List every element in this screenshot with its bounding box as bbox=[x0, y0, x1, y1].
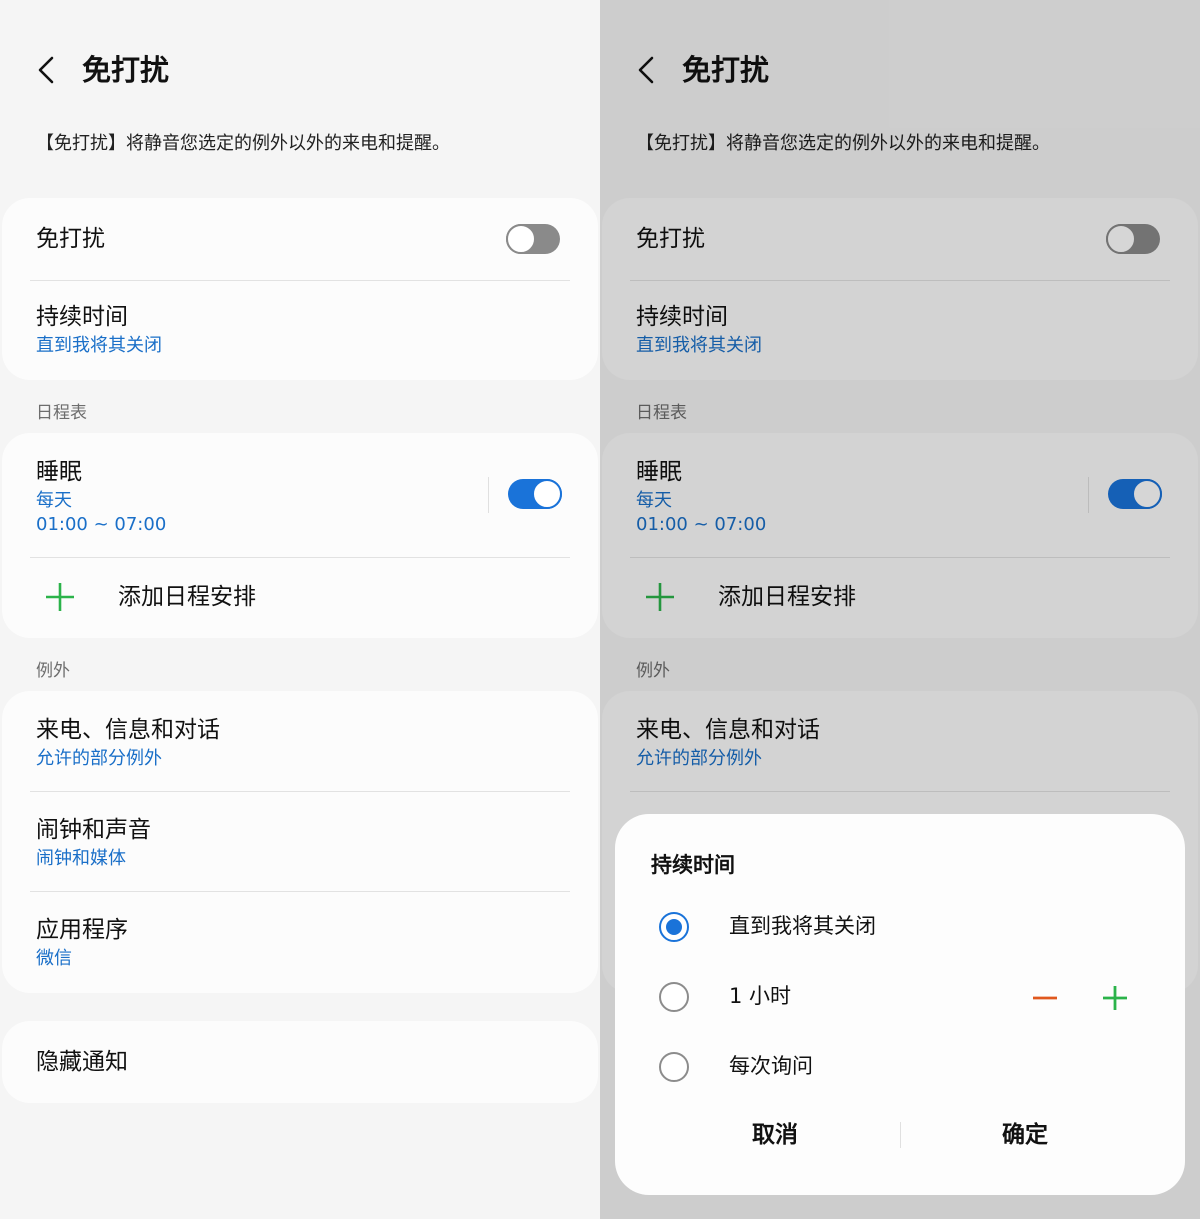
back-arrow-icon[interactable] bbox=[30, 52, 62, 88]
duration-dialog: 持续时间 直到我将其关闭 1 小时 每次询问 取消 确定 bbox=[615, 814, 1185, 1195]
duration-option-one-hour[interactable]: 1 小时 bbox=[659, 977, 1159, 1017]
option-label: 直到我将其关闭 bbox=[729, 914, 876, 938]
plus-icon[interactable] bbox=[1101, 984, 1129, 1012]
dialog-title: 持续时间 bbox=[651, 853, 735, 877]
divider bbox=[30, 557, 570, 558]
add-icon bbox=[46, 583, 74, 611]
option-label: 每次询问 bbox=[729, 1054, 813, 1078]
sleep-time: 01:00 ~ 07:00 bbox=[36, 514, 167, 535]
dnd-label: 免打扰 bbox=[36, 226, 105, 252]
minus-icon[interactable] bbox=[1031, 984, 1059, 1012]
apps-label: 应用程序 bbox=[36, 917, 128, 943]
settings-screen-left: 免打扰 【免打扰】将静音您选定的例外以外的来电和提醒。 免打扰 持续时间 直到我… bbox=[0, 0, 600, 1219]
hide-notifications-label: 隐藏通知 bbox=[36, 1049, 128, 1075]
schedule-section-title: 日程表 bbox=[36, 403, 87, 423]
add-schedule-label: 添加日程安排 bbox=[118, 584, 256, 610]
duration-option-until-off[interactable]: 直到我将其关闭 bbox=[659, 907, 1159, 947]
hide-notifications-card: 隐藏通知 bbox=[2, 1021, 598, 1103]
schedule-card: 睡眠 每天 01:00 ~ 07:00 添加日程安排 bbox=[2, 433, 598, 638]
confirm-button[interactable]: 确定 bbox=[925, 1114, 1125, 1156]
option-label: 1 小时 bbox=[729, 984, 792, 1008]
duration-row[interactable]: 持续时间 直到我将其关闭 bbox=[36, 302, 568, 362]
dnd-toggle[interactable] bbox=[506, 224, 560, 254]
duration-value: 直到我将其关闭 bbox=[36, 335, 162, 356]
page-description: 【免打扰】将静音您选定的例外以外的来电和提醒。 bbox=[36, 133, 450, 154]
alarms-label: 闹钟和声音 bbox=[36, 817, 151, 843]
alarms-value: 闹钟和媒体 bbox=[36, 848, 126, 869]
divider bbox=[30, 891, 570, 892]
duration-label: 持续时间 bbox=[36, 304, 128, 330]
divider bbox=[30, 791, 570, 792]
cancel-button[interactable]: 取消 bbox=[675, 1114, 875, 1156]
settings-screen-right: 免打扰 【免打扰】将静音您选定的例外以外的来电和提醒。 免打扰 持续时间 直到我… bbox=[600, 0, 1200, 1219]
exceptions-card: 来电、信息和对话 允许的部分例外 闹钟和声音 闹钟和媒体 应用程序 微信 bbox=[2, 691, 598, 993]
divider bbox=[30, 280, 570, 281]
dnd-card: 免打扰 持续时间 直到我将其关闭 bbox=[2, 198, 598, 380]
app-header: 免打扰 bbox=[0, 40, 600, 100]
exceptions-section-title: 例外 bbox=[36, 661, 70, 681]
vertical-separator bbox=[488, 477, 489, 513]
hide-notifications-row[interactable]: 隐藏通知 bbox=[36, 1047, 568, 1077]
button-separator bbox=[900, 1122, 901, 1148]
radio-button[interactable] bbox=[659, 1052, 689, 1082]
apps-exception-row[interactable]: 应用程序 微信 bbox=[36, 915, 568, 975]
calls-value: 允许的部分例外 bbox=[36, 748, 162, 769]
sleep-toggle[interactable] bbox=[508, 479, 562, 509]
calls-exception-row[interactable]: 来电、信息和对话 允许的部分例外 bbox=[36, 715, 568, 775]
apps-value: 微信 bbox=[36, 948, 72, 969]
calls-label: 来电、信息和对话 bbox=[36, 717, 220, 743]
radio-button[interactable] bbox=[659, 982, 689, 1012]
page-title: 免打扰 bbox=[82, 53, 170, 87]
dnd-row[interactable]: 免打扰 bbox=[36, 224, 568, 254]
alarms-exception-row[interactable]: 闹钟和声音 闹钟和媒体 bbox=[36, 815, 568, 875]
duration-option-ask-every-time[interactable]: 每次询问 bbox=[659, 1047, 1159, 1087]
add-schedule-row[interactable]: 添加日程安排 bbox=[36, 577, 568, 617]
radio-button[interactable] bbox=[659, 912, 689, 942]
